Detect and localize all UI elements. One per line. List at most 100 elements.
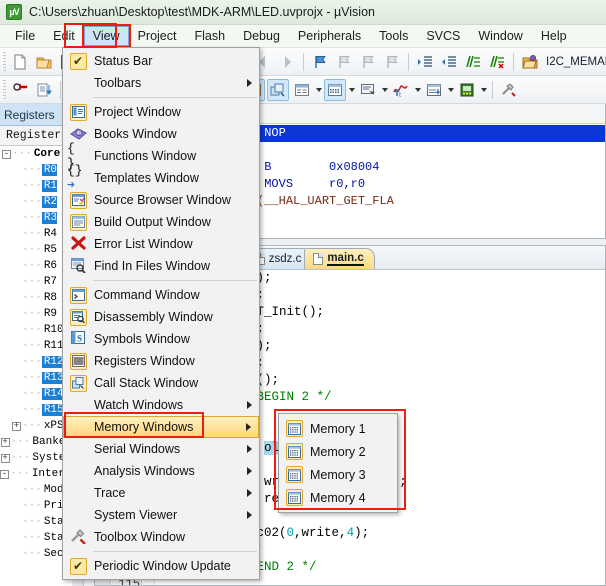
view-menu-item-templates-window[interactable]: {}➜ Templates Window — [63, 163, 259, 193]
register-label: R0 — [41, 164, 58, 176]
memory-submenu-item-memory-1[interactable]: Memory 1 — [279, 417, 397, 440]
menu-bar[interactable]: File Edit View Project Flash Debug Peripherals… — [0, 24, 606, 48]
serial-window-dropdown-icon[interactable] — [380, 79, 389, 101]
memory-submenu-item-memory-3[interactable]: Memory 3 — [279, 463, 397, 486]
comment-lines-icon[interactable] — [462, 51, 484, 73]
watch-window-toolbar-icon[interactable] — [291, 79, 313, 101]
view-menu-item-find-in-files-window[interactable]: Find In Files Window — [63, 255, 259, 277]
toolbar-separator — [492, 80, 493, 99]
call-stack-toolbar-icon[interactable] — [267, 78, 289, 101]
target-selector-label[interactable]: I2C_MEMAD — [542, 56, 606, 68]
toolbar-grip[interactable] — [2, 51, 6, 72]
view-menu-item-build-output-window[interactable]: Build Output Window — [63, 211, 259, 233]
checkmark-icon: ✔ — [69, 557, 87, 575]
tree-toggle-icon[interactable]: - — [0, 469, 9, 479]
memory-windows-submenu[interactable]: Memory 1 Memory 2 Memory 3 Memory 4 — [278, 413, 398, 513]
bookmark-toggle-icon[interactable] — [309, 51, 331, 73]
outdent-icon[interactable] — [438, 51, 460, 73]
register-label: R13 — [41, 372, 64, 384]
view-menu-item-command-window[interactable]: Command Window — [63, 284, 259, 306]
menu-debug[interactable]: Debug — [234, 26, 289, 46]
view-menu-item-status-bar[interactable]: ✔ Status Bar — [63, 50, 259, 72]
new-file-icon[interactable] — [9, 51, 31, 73]
menu-separator — [93, 280, 257, 281]
register-label: R5 — [43, 244, 58, 256]
menu-file[interactable]: File — [6, 26, 44, 46]
menu-project[interactable]: Project — [129, 26, 186, 46]
view-menu-item-source-browser-window[interactable]: Source Browser Window — [63, 189, 259, 211]
menu-tools[interactable]: Tools — [370, 26, 417, 46]
view-menu-item-error-list-window[interactable]: Error List Window — [63, 233, 259, 255]
view-menu-item-label: Analysis Windows — [94, 464, 195, 478]
submenu-arrow-icon — [247, 401, 252, 409]
view-menu-item-system-viewer[interactable]: System Viewer — [63, 504, 259, 526]
run-icon[interactable] — [33, 79, 55, 101]
view-menu-item-symbols-window[interactable]: S Symbols Window — [63, 328, 259, 350]
view-menu-item-functions-window[interactable]: { } Functions Window — [63, 141, 259, 171]
tree-toggle-icon[interactable]: + — [0, 453, 10, 463]
view-menu-item-books-window[interactable]: ? Books Window — [63, 123, 259, 145]
view-menu-item-label: Error List Window — [94, 237, 193, 251]
system-viewer-dropdown-icon[interactable] — [479, 79, 488, 101]
bookmark-clear-icon[interactable] — [381, 51, 403, 73]
reset-icon[interactable] — [9, 79, 31, 101]
editor-tab-main-c[interactable]: main.c — [304, 248, 375, 269]
menu-svcs[interactable]: SVCS — [417, 26, 469, 46]
memory-submenu-item-memory-2[interactable]: Memory 2 — [279, 440, 397, 463]
register-column-header: Register — [0, 126, 71, 146]
tree-toggle-icon[interactable]: + — [12, 421, 21, 431]
view-menu-item-label: Source Browser Window — [94, 193, 231, 207]
register-label: R7 — [43, 276, 58, 288]
tree-toggle-icon[interactable]: + — [0, 437, 10, 447]
view-menu-item-serial-windows[interactable]: Serial Windows — [63, 438, 259, 460]
menu-edit[interactable]: Edit — [44, 26, 84, 46]
view-menu-item-registers-window[interactable]: Registers Window — [63, 350, 259, 372]
register-label: R4 — [43, 228, 58, 240]
target-options-icon[interactable] — [519, 51, 541, 73]
system-viewer-toolbar-icon[interactable] — [456, 79, 478, 101]
nav-forward-icon[interactable] — [276, 51, 298, 73]
toolbar-grip[interactable] — [2, 79, 6, 100]
tree-toggle-icon[interactable]: - — [2, 149, 11, 159]
menu-window[interactable]: Window — [469, 26, 531, 46]
view-menu-item-label: System Viewer — [94, 508, 178, 522]
view-menu-item-trace[interactable]: Trace — [63, 482, 259, 504]
menu-peripherals[interactable]: Peripherals — [289, 26, 370, 46]
bookmark-next-icon[interactable] — [357, 51, 379, 73]
memory-submenu-item-memory-4[interactable]: Memory 4 — [279, 486, 397, 509]
menu-help[interactable]: Help — [532, 26, 576, 46]
indent-icon[interactable] — [414, 51, 436, 73]
register-label: R12 — [41, 356, 64, 368]
toolbar-separator — [303, 52, 304, 71]
memory-window-toolbar-icon[interactable] — [324, 78, 346, 101]
register-label: R15 — [41, 404, 64, 416]
view-menu-item-toolbox-window[interactable]: Toolbox Window — [63, 526, 259, 548]
watch-window-dropdown-icon[interactable] — [314, 79, 323, 101]
view-menu-item-label: Functions Window — [94, 149, 197, 163]
toolbox-toolbar-icon[interactable] — [498, 79, 520, 101]
menu-view[interactable]: View — [81, 24, 131, 48]
analysis-window-toolbar-icon[interactable]: t — [390, 79, 412, 101]
trace-toolbar-icon[interactable] — [423, 79, 445, 101]
view-menu-item-call-stack-window[interactable]: Call Stack Window — [63, 372, 259, 394]
analysis-window-dropdown-icon[interactable] — [413, 79, 422, 101]
trace-dropdown-icon[interactable] — [446, 79, 455, 101]
view-menu-item-watch-windows[interactable]: Watch Windows — [63, 394, 259, 416]
registers-window-icon — [69, 352, 87, 370]
menu-flash[interactable]: Flash — [185, 26, 234, 46]
menu-label: Debug — [243, 29, 280, 43]
view-menu-item-disassembly-window[interactable]: Disassembly Window — [63, 306, 259, 328]
toolbar-separator — [513, 52, 514, 71]
view-menu-item-toolbars[interactable]: Toolbars — [63, 72, 259, 94]
uncomment-lines-icon[interactable] — [486, 51, 508, 73]
view-dropdown-menu[interactable]: ✔ Status Bar Toolbars Project Window ? Books … — [62, 47, 260, 580]
view-menu-item-analysis-windows[interactable]: Analysis Windows — [63, 460, 259, 482]
view-menu-item-memory-windows[interactable]: Memory Windows — [63, 416, 259, 438]
bookmark-prev-icon[interactable] — [333, 51, 355, 73]
view-menu-item-periodic-window-update[interactable]: ✔ Periodic Window Update — [63, 555, 259, 577]
serial-window-toolbar-icon[interactable] — [357, 79, 379, 101]
open-file-icon[interactable] — [33, 51, 55, 73]
memory-window-dropdown-icon[interactable] — [347, 79, 356, 101]
view-menu-item-project-window[interactable]: Project Window — [63, 101, 259, 123]
view-menu-item-label: Status Bar — [94, 54, 153, 68]
